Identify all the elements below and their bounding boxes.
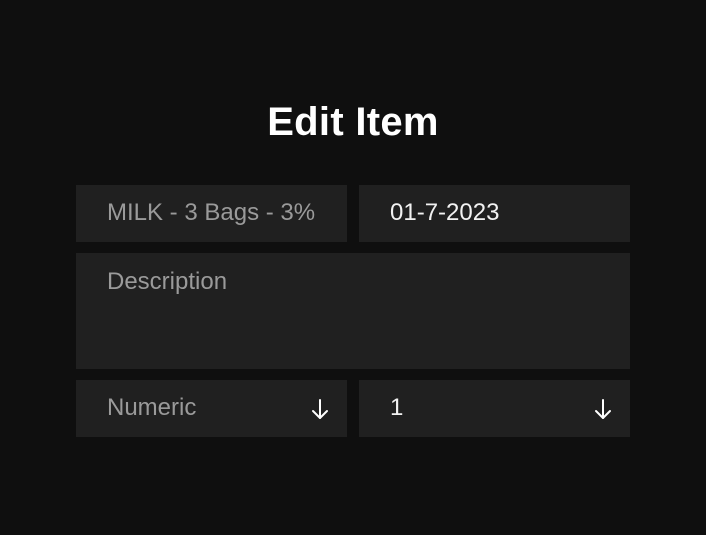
arrow-down-icon[interactable] [593, 398, 613, 420]
quantity-value: 1 [390, 394, 404, 421]
edit-item-page: Edit Item MILK - 3 Bags - 3% 01-7-2023 D… [0, 0, 706, 535]
quantity-select[interactable]: 1 [359, 380, 630, 437]
arrow-down-icon[interactable] [310, 398, 330, 420]
date-field[interactable]: 01-7-2023 [359, 185, 630, 242]
date-value: 01-7-2023 [390, 199, 500, 226]
description-placeholder: Description [107, 268, 228, 295]
unit-select[interactable]: Numeric [76, 380, 347, 437]
description-field[interactable]: Description [76, 253, 630, 369]
page-title: Edit Item [267, 100, 439, 144]
unit-placeholder: Numeric [107, 394, 197, 421]
item-name-field[interactable]: MILK - 3 Bags - 3% [76, 185, 347, 242]
item-name-value: MILK - 3 Bags - 3% [107, 199, 316, 226]
